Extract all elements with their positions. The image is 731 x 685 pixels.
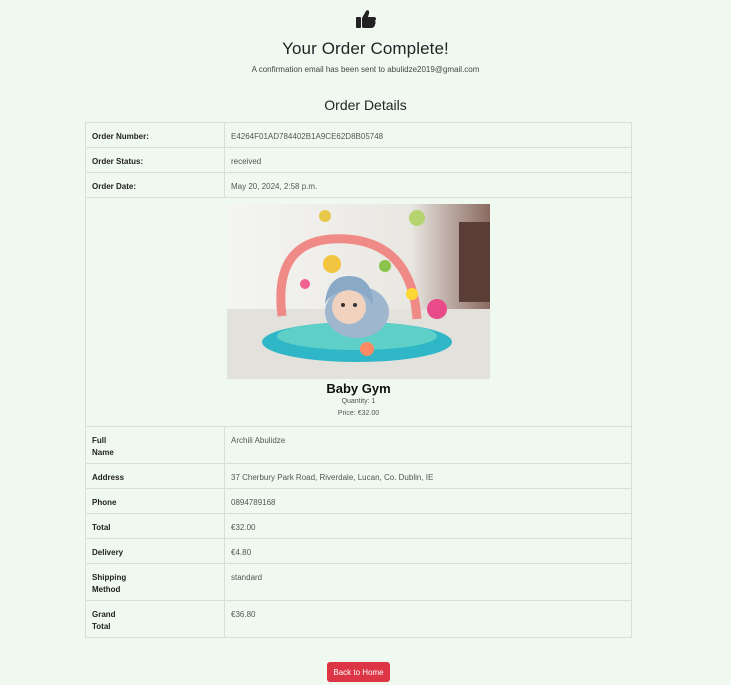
order-date-row: Order Date: May 20, 2024, 2:58 p.m. [85, 172, 632, 198]
address-value: 37 Cherbury Park Road, Riverdale, Lucan,… [231, 473, 434, 482]
thumbs-up-icon [355, 9, 377, 29]
order-date-label: Order Date: [92, 182, 137, 191]
confirmation-email-text: A confirmation email has been sent to ab… [251, 65, 480, 74]
product-quantity: Quantity: 1 [341, 398, 376, 405]
full-name-value: Archili Abulidze [231, 436, 286, 445]
total-row: Total €32.00 [85, 513, 632, 539]
total-label: Total [92, 523, 111, 532]
order-status-label: Order Status: [92, 157, 144, 166]
address-label: Address [92, 473, 125, 482]
order-date-value: May 20, 2024, 2:58 p.m. [231, 182, 318, 191]
product-price: Price: €32.00 [337, 410, 380, 417]
total-value: €32.00 [231, 523, 256, 532]
delivery-row: Delivery €4.80 [85, 538, 632, 564]
address-row: Address 37 Cherbury Park Road, Riverdale… [85, 463, 632, 489]
order-complete-page: Your Order Complete! A confirmation emai… [0, 0, 731, 685]
grand-total-value: €36.80 [231, 610, 256, 619]
product-row: Baby Gym Quantity: 1 Price: €32.00 [85, 197, 632, 427]
order-number-value: E4264F01AD784402B1A9CE62D8B05748 [231, 132, 384, 141]
shipping-method-row: Shipping Method standard [85, 563, 632, 601]
phone-label: Phone [92, 498, 117, 507]
page-title: Your Order Complete! [282, 39, 449, 58]
confirmation-header: Your Order Complete! A confirmation emai… [0, 0, 731, 113]
shipping-method-value: standard [231, 573, 263, 582]
shipping-method-label: Shipping Method [92, 573, 127, 594]
order-number-label: Order Number: [92, 132, 149, 141]
back-to-home-button[interactable]: Back to Home [327, 662, 390, 682]
delivery-label: Delivery [92, 548, 124, 557]
order-details-table: Order Number: E4264F01AD784402B1A9CE62D8… [85, 122, 632, 638]
product-name: Baby Gym [326, 381, 391, 396]
grand-total-label: Grand Total [92, 610, 116, 631]
product-image [227, 204, 490, 379]
order-number-row: Order Number: E4264F01AD784402B1A9CE62D8… [85, 122, 632, 148]
order-status-row: Order Status: received [85, 147, 632, 173]
full-name-row: Full Name Archili Abulidze [85, 426, 632, 464]
full-name-label: Full Name [92, 436, 114, 457]
order-status-value: received [231, 157, 262, 166]
grand-total-row: Grand Total €36.80 [85, 600, 632, 638]
phone-value: 0894789168 [231, 498, 276, 507]
order-details-heading: Order Details [324, 97, 407, 113]
delivery-value: €4.80 [231, 548, 252, 557]
phone-row: Phone 0894789168 [85, 488, 632, 514]
